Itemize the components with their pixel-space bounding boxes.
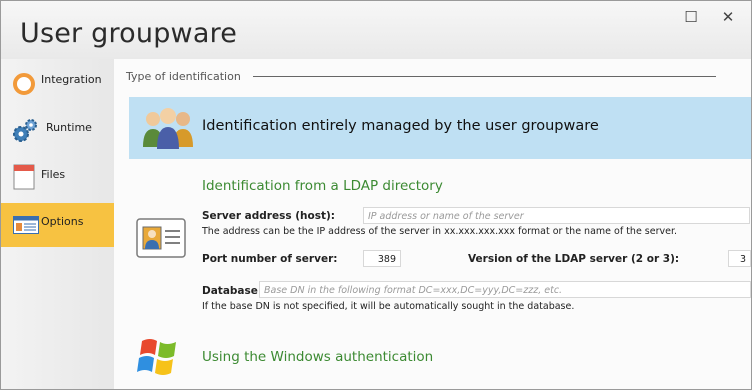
database-input[interactable]: Base DN in the following format DC=xxx,D… — [259, 281, 751, 298]
main-panel: Type of identification Identification en… — [114, 59, 751, 389]
ldap-version-input[interactable]: 3 — [728, 250, 751, 267]
windows-logo-icon — [137, 339, 176, 375]
maximize-button[interactable]: ☐ — [680, 7, 702, 27]
sidebar: Integration Runtime Files Options — [1, 59, 124, 389]
orange-ring-icon — [13, 73, 35, 95]
sidebar-item-runtime[interactable]: Runtime — [1, 109, 114, 153]
database-help: If the base DN is not specified, it will… — [202, 301, 575, 312]
sidebar-item-label: Options — [41, 215, 84, 228]
option-groupware[interactable]: Identification entirely managed by the u… — [129, 97, 751, 159]
section-title: Type of identification — [126, 70, 241, 83]
close-button[interactable]: ✕ — [717, 7, 739, 27]
sidebar-item-files[interactable]: Files — [1, 156, 114, 200]
contact-card-icon — [136, 218, 186, 258]
app-window: User groupware ☐ ✕ Integration Runtime F… — [0, 0, 752, 390]
options-list-icon — [13, 216, 39, 234]
gears-icon — [13, 119, 37, 142]
sidebar-item-integration[interactable]: Integration — [1, 61, 114, 105]
port-input[interactable]: 389 — [363, 250, 401, 267]
sidebar-item-label: Files — [41, 168, 66, 181]
option-groupware-label: Identification entirely managed by the u… — [202, 118, 599, 134]
port-label: Port number of server: — [202, 253, 338, 265]
server-address-help: The address can be the IP address of the… — [202, 226, 678, 237]
server-address-input[interactable]: IP address or name of the server — [363, 207, 750, 224]
window-title: User groupware — [20, 18, 238, 49]
section-divider — [253, 76, 716, 77]
ldap-version-label: Version of the LDAP server (2 or 3): — [468, 253, 680, 265]
option-ldap-title[interactable]: Identification from a LDAP directory — [202, 178, 443, 194]
sidebar-item-label: Integration — [41, 73, 102, 86]
option-windows-auth[interactable]: Using the Windows authentication — [202, 349, 433, 365]
users-group-icon — [143, 108, 193, 149]
title-bar: User groupware ☐ ✕ — [1, 1, 751, 59]
sidebar-item-options[interactable]: Options — [1, 203, 124, 247]
file-icon — [13, 164, 35, 190]
database-label: Database: — [202, 285, 263, 297]
sidebar-item-label: Runtime — [46, 121, 92, 134]
server-address-label: Server address (host): — [202, 210, 335, 222]
